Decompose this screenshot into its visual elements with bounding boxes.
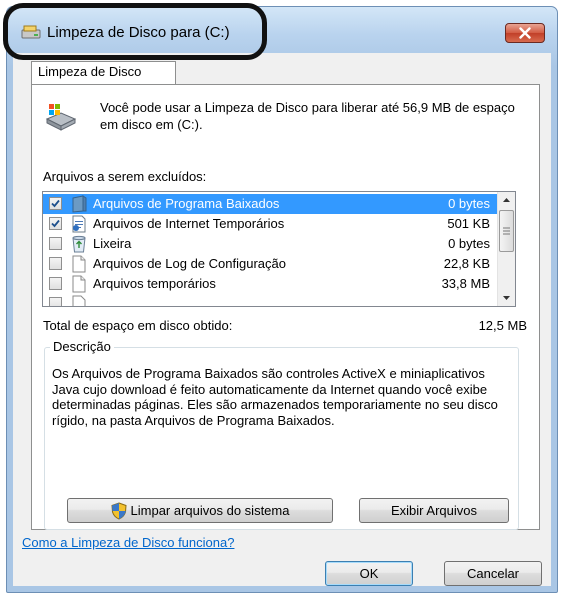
list-item-partial[interactable]: [43, 294, 498, 306]
blank-file-icon: [72, 275, 86, 293]
description-text: Os Arquivos de Programa Baixados são con…: [52, 366, 498, 428]
dialog-client-area: Limpeza de Disco Você pode usar a Limpez…: [13, 53, 551, 586]
file-size: 22,8 KB: [443, 256, 490, 271]
file-name: Arquivos de Internet Temporários: [93, 216, 285, 231]
file-name: Arquivos de Log de Configuração: [93, 256, 286, 271]
checkbox-temporary-files[interactable]: [49, 277, 62, 290]
title-bar[interactable]: Limpeza de Disco para (C:): [7, 7, 557, 59]
scroll-up-arrow-icon[interactable]: [498, 192, 515, 209]
file-name: Arquivos temporários: [93, 276, 216, 291]
ok-button[interactable]: OK: [325, 561, 413, 586]
tab-panel: Você pode usar a Limpeza de Disco para l…: [31, 84, 540, 530]
checkbox-downloaded-program-files[interactable]: [49, 197, 62, 210]
intro-text: Você pode usar a Limpeza de Disco para l…: [100, 100, 515, 132]
document-lock-icon: [72, 215, 86, 233]
view-files-label: Exibir Arquivos: [391, 503, 477, 518]
close-button[interactable]: [505, 23, 545, 43]
files-section-label: Arquivos a serem excluídos:: [43, 169, 207, 184]
list-item-setup-log-files[interactable]: Arquivos de Log de Configuração 22,8 KB: [43, 254, 498, 274]
checkbox-recycle-bin[interactable]: [49, 237, 62, 250]
close-icon: [519, 27, 531, 39]
files-list-scrollbar[interactable]: [497, 192, 515, 306]
file-name: Arquivos de Programa Baixados: [93, 196, 280, 211]
list-item-temporary-files[interactable]: Arquivos temporários 33,8 MB: [43, 274, 498, 294]
list-item-temporary-internet-files[interactable]: Arquivos de Internet Temporários 501 KB: [43, 214, 498, 234]
file-size: 0 bytes: [448, 236, 490, 251]
total-space-label: Total de espaço em disco obtido:: [43, 318, 233, 333]
file-size: 33,8 MB: [441, 276, 490, 291]
checkmark-icon: [51, 199, 60, 208]
disk-cleanup-icon: [21, 25, 41, 39]
file-size: 0 bytes: [448, 196, 490, 211]
grip-icon: [503, 227, 510, 235]
ok-label: OK: [359, 566, 379, 581]
cleanup-system-files-label: Limpar arquivos do sistema: [130, 503, 290, 518]
checkbox-temporary-internet-files[interactable]: [49, 217, 62, 230]
description-legend: Descrição: [50, 339, 114, 354]
cancel-button[interactable]: Cancelar: [444, 561, 542, 586]
blank-file-icon: [72, 295, 86, 306]
tab-label: Limpeza de Disco: [38, 64, 142, 79]
checkbox-setup-log-files[interactable]: [49, 257, 62, 270]
file-name: Lixeira: [93, 236, 132, 251]
help-link[interactable]: Como a Limpeza de Disco funciona?: [22, 535, 234, 550]
checkmark-icon: [51, 219, 60, 228]
tab-disk-cleanup[interactable]: Limpeza de Disco: [31, 61, 176, 85]
uac-shield-icon: [110, 502, 127, 520]
blank-file-icon: [72, 255, 86, 273]
total-space-value: 12,5 MB: [478, 318, 527, 333]
list-item-recycle-bin[interactable]: Lixeira 0 bytes: [43, 234, 498, 254]
window-title: Limpeza de Disco para (C:): [47, 24, 230, 41]
drive-cleanup-icon: [45, 104, 77, 131]
recycle-bin-icon: [72, 235, 86, 253]
cancel-label: Cancelar: [466, 566, 520, 581]
list-item-downloaded-program-files[interactable]: Arquivos de Programa Baixados 0 bytes: [43, 194, 498, 214]
file-size: 501 KB: [447, 216, 490, 231]
scrollbar-thumb[interactable]: [499, 210, 514, 252]
checkbox-partial[interactable]: [49, 297, 62, 306]
disk-cleanup-window: Limpeza de Disco para (C:) Limpeza de Di…: [6, 6, 558, 593]
description-group: Descrição Os Arquivos de Programa Baixad…: [44, 339, 519, 530]
files-list[interactable]: Arquivos de Programa Baixados 0 bytes Ar…: [42, 191, 516, 307]
folder-icon: [72, 195, 87, 213]
scroll-down-arrow-icon[interactable]: [498, 289, 515, 306]
view-files-button[interactable]: Exibir Arquivos: [359, 498, 509, 523]
cleanup-system-files-button[interactable]: Limpar arquivos do sistema: [67, 498, 333, 523]
